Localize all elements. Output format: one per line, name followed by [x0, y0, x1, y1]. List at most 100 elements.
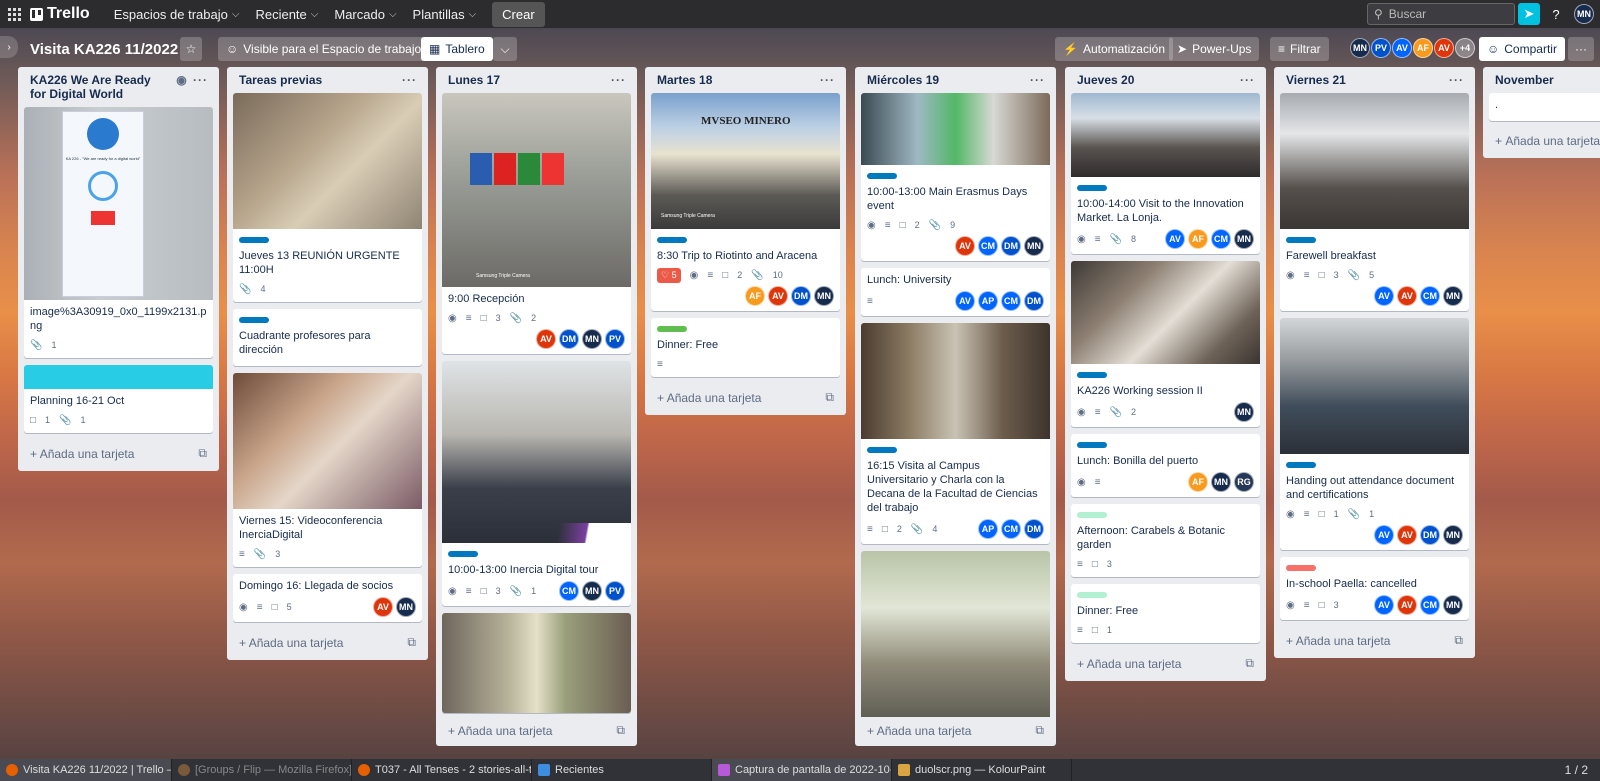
powerups-button[interactable]: ➤ Power-Ups	[1169, 37, 1260, 61]
list-menu-icon[interactable]: ···	[611, 73, 626, 87]
member-avatar[interactable]: AV	[1392, 38, 1412, 58]
member-avatar[interactable]: AP	[978, 519, 998, 539]
member-avatar[interactable]: CM	[1420, 595, 1440, 615]
member-avatar[interactable]: AF	[1188, 472, 1208, 492]
member-avatar[interactable]: AV	[536, 329, 556, 349]
list-title[interactable]: Martes 18	[657, 73, 712, 87]
member-avatar[interactable]: AV	[1397, 595, 1417, 615]
card[interactable]: Farewell breakfast ◉ ≡ □ 3 📎 5 AV AV CM MN	[1280, 93, 1469, 311]
member-avatar[interactable]: MN	[814, 286, 834, 306]
star-icon[interactable]: ☆	[180, 37, 202, 61]
workspace-pager[interactable]: 1 / 2	[1565, 763, 1600, 777]
member-avatar[interactable]: CM	[1001, 291, 1021, 311]
list-menu-icon[interactable]: ···	[1240, 73, 1255, 87]
taskbar-item-screenshot[interactable]: Captura de pantalla de 2022-10-3...	[712, 759, 892, 781]
filter-button[interactable]: ≡ Filtrar	[1270, 37, 1329, 61]
card[interactable]: Lunch: Bonilla del puerto ◉ ≡ AF MN RG	[1071, 434, 1260, 497]
member-avatar[interactable]: DM	[1024, 519, 1044, 539]
card[interactable]: Afternoon: Carabels & Botanic garden ≡ □ 3	[1071, 504, 1260, 577]
card[interactable]: MVSEO MINERO Samsung Triple Camera 8:30 …	[651, 93, 840, 311]
search-input[interactable]: ⚲ Buscar	[1367, 3, 1515, 25]
member-avatar[interactable]: MN	[1234, 229, 1254, 249]
member-avatar[interactable]: AF	[745, 286, 765, 306]
member-avatar[interactable]: AV	[955, 236, 975, 256]
list-title[interactable]: Tareas previas	[239, 73, 322, 87]
card[interactable]: Planning 16-21 Oct □ 1 📎 1	[24, 365, 213, 433]
member-avatar[interactable]: MN	[396, 597, 416, 617]
member-avatar[interactable]: PV	[1371, 38, 1391, 58]
list-menu-icon[interactable]: ···	[193, 73, 208, 87]
help-icon[interactable]: ?	[1545, 3, 1567, 25]
member-avatar[interactable]: AP	[978, 291, 998, 311]
add-card-button[interactable]: + Añada una tarjeta ⧉	[233, 629, 422, 654]
list-menu-icon[interactable]: ···	[402, 73, 417, 87]
card[interactable]: Cuadrante profesores para dirección	[233, 309, 422, 366]
member-avatar[interactable]: CM	[559, 581, 579, 601]
list-menu-icon[interactable]: ···	[1449, 73, 1464, 87]
member-avatar[interactable]: CM	[978, 236, 998, 256]
add-card-button[interactable]: + Añada una tarjeta ⧉	[861, 717, 1050, 742]
list-title[interactable]: Viernes 21	[1286, 73, 1346, 87]
member-avatar[interactable]: AV	[1397, 525, 1417, 545]
card[interactable]: Dinner: Free ≡ □ 1	[1071, 584, 1260, 643]
menu-starred[interactable]: Marcado ⌵	[326, 0, 404, 28]
member-avatar[interactable]: AV	[768, 286, 788, 306]
member-avatar[interactable]: MN	[1234, 402, 1254, 422]
card[interactable]: KA 226 - "We are ready for a digital wor…	[24, 107, 213, 358]
taskbar-item-t037[interactable]: T037 - All Tenses - 2 stories-all-ten...	[352, 759, 532, 781]
template-icon[interactable]: ⧉	[198, 446, 207, 461]
list-title[interactable]: Jueves 20	[1077, 73, 1134, 87]
member-avatar[interactable]: MN	[582, 581, 602, 601]
member-avatar[interactable]: DM	[559, 329, 579, 349]
list-title[interactable]: KA226 We Are Ready for Digital World	[30, 73, 170, 101]
member-avatar[interactable]: AV	[1374, 525, 1394, 545]
add-card-button[interactable]: + Añada una tarjeta ⧉	[1280, 627, 1469, 652]
card[interactable]: In-school Paella: cancelled ◉ ≡ □ 3 AV AV CM M…	[1280, 557, 1469, 620]
menu-recent[interactable]: Reciente ⌵	[247, 0, 326, 28]
add-card-button[interactable]: + Añada una tarjeta ⧉	[24, 440, 213, 465]
template-icon[interactable]: ⧉	[407, 635, 416, 650]
trello-logo[interactable]: Trello	[30, 5, 90, 23]
member-avatar[interactable]: CM	[1211, 229, 1231, 249]
member-avatar[interactable]: CM	[1420, 286, 1440, 306]
member-avatar[interactable]: MN	[1443, 595, 1463, 615]
card[interactable]: Dinner: Free ≡	[651, 318, 840, 377]
due-badge[interactable]: ♡ 5	[657, 267, 681, 283]
member-avatar[interactable]: MN	[582, 329, 602, 349]
member-avatar[interactable]: AV	[1374, 286, 1394, 306]
member-avatar[interactable]: DM	[1024, 291, 1044, 311]
member-avatar[interactable]: DM	[1420, 525, 1440, 545]
member-avatar[interactable]: DM	[791, 286, 811, 306]
member-avatar[interactable]: PV	[605, 581, 625, 601]
card[interactable]: Samsung Triple Camera 9:00 Recepción ◉ ≡ □…	[442, 93, 631, 354]
member-avatar[interactable]: MN	[1443, 525, 1463, 545]
card[interactable]: 10:00-14:00 Visit to the Innovation Mark…	[1071, 93, 1260, 254]
card[interactable]	[442, 613, 631, 713]
add-card-button[interactable]: + Añada una tarjeta	[1489, 128, 1600, 152]
automation-button[interactable]: ⚡ Automatización	[1055, 37, 1173, 61]
menu-workspaces[interactable]: Espacios de trabajo ⌵	[106, 0, 248, 28]
apps-grid-icon[interactable]	[2, 0, 26, 28]
template-icon[interactable]: ⧉	[1245, 656, 1254, 671]
list-title[interactable]: November	[1495, 73, 1554, 87]
list-menu-icon[interactable]: ···	[1030, 73, 1045, 87]
board-title[interactable]: Visita KA226 11/2022	[30, 41, 178, 58]
card[interactable]: Viernes 15: Videoconferencia InerciaDigi…	[233, 373, 422, 567]
member-avatar[interactable]: AV	[1397, 286, 1417, 306]
view-board-button[interactable]: ▦ Tablero	[421, 37, 493, 61]
member-avatar[interactable]: MN	[1443, 286, 1463, 306]
member-avatar[interactable]: CM	[1001, 519, 1021, 539]
visibility-button[interactable]: ☺ Visible para el Espacio de trabajo	[218, 37, 430, 61]
card[interactable]: 16:15 Visita al Campus Universitario y C…	[861, 323, 1050, 544]
member-avatar[interactable]: AV	[1374, 595, 1394, 615]
card[interactable]: 10:00-13:00 Inercia Digital tour ◉ ≡ □ 3 📎 1 …	[442, 361, 631, 606]
template-icon[interactable]: ⧉	[1454, 633, 1463, 648]
add-card-button[interactable]: + Añada una tarjeta ⧉	[442, 717, 631, 742]
template-icon[interactable]: ⧉	[825, 390, 834, 405]
member-avatar[interactable]: DM	[1001, 236, 1021, 256]
menu-templates[interactable]: Plantillas ⌵	[405, 0, 485, 28]
member-avatar[interactable]: AF	[1188, 229, 1208, 249]
list-title[interactable]: Lunes 17	[448, 73, 500, 87]
member-avatar[interactable]: AV	[1434, 38, 1454, 58]
template-icon[interactable]: ⧉	[616, 723, 625, 738]
